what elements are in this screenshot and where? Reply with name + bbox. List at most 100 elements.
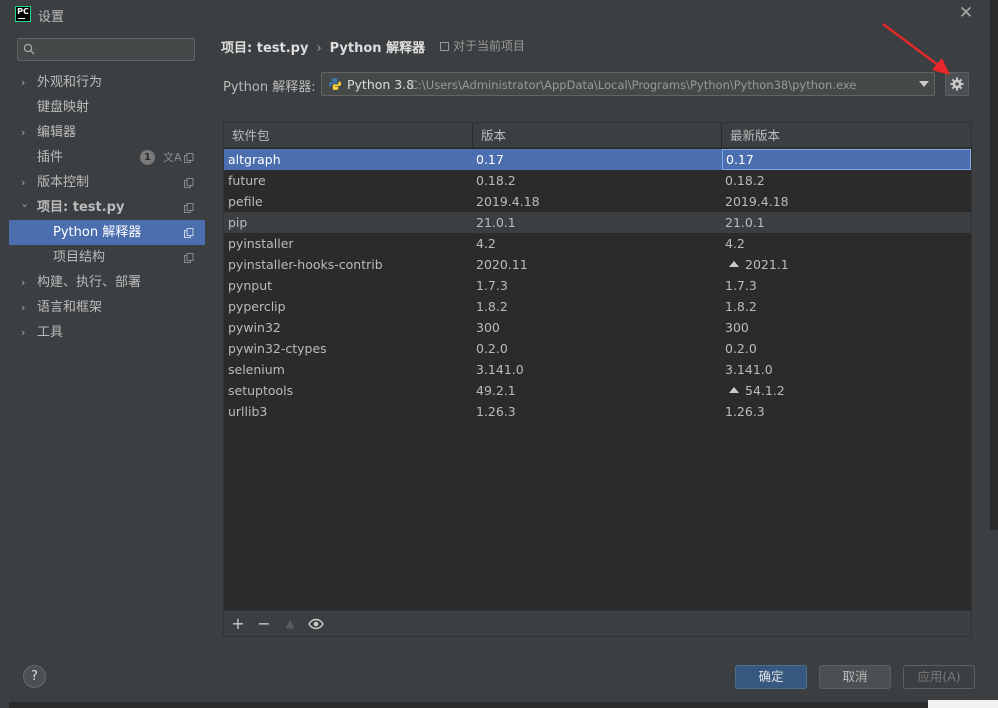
copy-icon [440, 42, 449, 51]
package-name-cell: pefile [228, 194, 263, 209]
sidebar-item-label: 项目结构 [53, 250, 106, 265]
sidebar-item-label: 构建、执行、部署 [37, 275, 142, 290]
table-row[interactable]: pyperclip 1.8.2 1.8.2 [224, 296, 971, 317]
sidebar-item-build-execution[interactable]: › 构建、执行、部署 [9, 270, 205, 295]
show-early-releases-eye-icon[interactable] [307, 615, 325, 633]
table-row[interactable]: pywin32-ctypes 0.2.0 0.2.0 [224, 338, 971, 359]
dialog-footer: ? 确定 取消 应用(A) [0, 652, 990, 702]
package-version-cell: 0.17 [476, 152, 504, 167]
package-name-cell: pyinstaller [228, 236, 294, 251]
copy-icon [184, 253, 194, 263]
packages-table[interactable]: 软件包 版本 最新版本 altgraph 0.17 0.17 future 0.18.2… [223, 122, 972, 637]
table-row[interactable]: pip 21.0.1 21.0.1 [224, 212, 971, 233]
gear-icon [950, 77, 964, 91]
table-row[interactable]: future 0.18.2 0.18.2 [224, 170, 971, 191]
package-name-cell: pynput [228, 278, 273, 293]
latest-version-text: 2021.1 [745, 257, 789, 272]
package-version-cell: 0.18.2 [476, 173, 516, 188]
table-row[interactable]: setuptools 49.2.1 54.1.2 [224, 380, 971, 401]
sidebar-item-label: Python 解释器 [53, 225, 142, 240]
latest-version-text: 0.18.2 [725, 173, 765, 188]
package-version-cell: 300 [476, 320, 500, 335]
package-version-cell: 3.141.0 [476, 362, 524, 377]
package-name-cell: urllib3 [228, 404, 268, 419]
package-name-cell: future [228, 173, 266, 188]
latest-version-text: 21.0.1 [725, 215, 765, 230]
column-header-version[interactable]: 版本 [473, 123, 722, 148]
chevron-right-icon: › [21, 301, 26, 314]
latest-version-text: 4.2 [725, 236, 745, 251]
sidebar-item-version-control[interactable]: › 版本控制 [9, 170, 205, 195]
breadcrumb-project[interactable]: 项目: test.py [221, 41, 308, 56]
sidebar-item-project-structure[interactable]: 项目结构 [9, 245, 205, 270]
package-name-cell: altgraph [228, 152, 281, 167]
sidebar-item-label: 版本控制 [37, 175, 90, 190]
table-row[interactable]: pefile 2019.4.18 2019.4.18 [224, 191, 971, 212]
copy-icon [184, 178, 194, 188]
apply-button[interactable]: 应用(A) [903, 665, 975, 689]
package-latest-cell: 1.26.3 [722, 401, 971, 422]
sidebar-item-project[interactable]: › 项目: test.py [9, 195, 205, 220]
settings-dialog: PC 设置 ✕ › 外观和行为 键盘映射 › 编辑器 插件 1 文A › 版本控… [0, 0, 990, 702]
sidebar-item-languages[interactable]: › 语言和框架 [9, 295, 205, 320]
remove-package-button[interactable]: − [255, 615, 273, 633]
sidebar-item-label: 键盘映射 [37, 100, 90, 115]
python-logo-icon [329, 78, 341, 90]
window-title: 设置 [38, 10, 65, 25]
interpreter-name: Python 3.8 [347, 77, 415, 92]
scope-label: 对于当前项目 [453, 39, 526, 53]
table-row[interactable]: pyinstaller-hooks-contrib 2020.11 2021.1 [224, 254, 971, 275]
latest-version-text: 1.8.2 [725, 299, 757, 314]
copy-icon [184, 203, 194, 213]
package-latest-cell: 3.141.0 [722, 359, 971, 380]
sidebar-item-label: 工具 [37, 325, 64, 340]
interpreter-dropdown[interactable]: Python 3.8 C:\Users\Administrator\AppDat… [321, 72, 935, 96]
latest-version-text: 0.17 [726, 152, 754, 167]
table-row[interactable]: pynput 1.7.3 1.7.3 [224, 275, 971, 296]
interpreter-settings-gear-button[interactable] [945, 72, 969, 96]
latest-version-text: 2019.4.18 [725, 194, 789, 209]
latest-version-text: 1.26.3 [725, 404, 765, 419]
table-row[interactable]: selenium 3.141.0 3.141.0 [224, 359, 971, 380]
column-header-package[interactable]: 软件包 [224, 123, 473, 148]
add-package-button[interactable]: + [229, 615, 247, 633]
table-header: 软件包 版本 最新版本 [224, 123, 971, 148]
package-name-cell: pip [228, 215, 248, 230]
package-latest-cell: 1.7.3 [722, 275, 971, 296]
chevron-right-icon: › [21, 276, 26, 289]
sidebar-item-tools[interactable]: › 工具 [9, 320, 205, 345]
chevron-down-icon: › [18, 203, 32, 208]
sidebar-item-keymap[interactable]: 键盘映射 [9, 95, 205, 120]
translate-icon: 文A [163, 151, 182, 164]
package-name-cell: selenium [228, 362, 285, 377]
table-row[interactable]: altgraph 0.17 0.17 [224, 149, 971, 170]
table-row[interactable]: urllib3 1.26.3 1.26.3 [224, 401, 971, 422]
plugin-update-badge: 1 [140, 150, 155, 165]
help-button[interactable]: ? [23, 665, 46, 688]
table-toolbar: + − ▲ [224, 610, 971, 636]
package-name-cell: pyinstaller-hooks-contrib [228, 257, 383, 272]
column-header-latest-version[interactable]: 最新版本 [722, 123, 971, 148]
copy-icon [184, 228, 194, 238]
sidebar-item-label: 项目: test.py [37, 200, 125, 215]
table-row[interactable]: pyinstaller 4.2 4.2 [224, 233, 971, 254]
close-button[interactable]: ✕ [956, 3, 976, 23]
ok-button[interactable]: 确定 [735, 665, 807, 689]
table-row[interactable]: pywin32 300 300 [224, 317, 971, 338]
sidebar-item-editor[interactable]: › 编辑器 [9, 120, 205, 145]
sidebar-search-box[interactable] [17, 38, 195, 61]
sidebar-item-appearance[interactable]: › 外观和行为 [9, 70, 205, 95]
sidebar-item-python-interpreter[interactable]: Python 解释器 [9, 220, 205, 245]
settings-sidebar: › 外观和行为 键盘映射 › 编辑器 插件 1 文A › 版本控制 › 项目: … [9, 28, 205, 652]
chevron-right-icon: › [21, 326, 26, 339]
search-input[interactable] [40, 41, 190, 58]
package-latest-cell: 54.1.2 [722, 380, 971, 401]
latest-version-text: 54.1.2 [745, 383, 785, 398]
package-version-cell: 1.7.3 [476, 278, 508, 293]
eye-icon [308, 618, 324, 630]
cancel-button[interactable]: 取消 [819, 665, 891, 689]
interpreter-label: Python 解释器: [223, 80, 316, 95]
sidebar-item-plugins[interactable]: 插件 1 文A [9, 145, 205, 170]
upgrade-package-button[interactable]: ▲ [281, 615, 299, 633]
interpreter-path: C:\Users\Administrator\AppData\Local\Pro… [410, 78, 857, 92]
